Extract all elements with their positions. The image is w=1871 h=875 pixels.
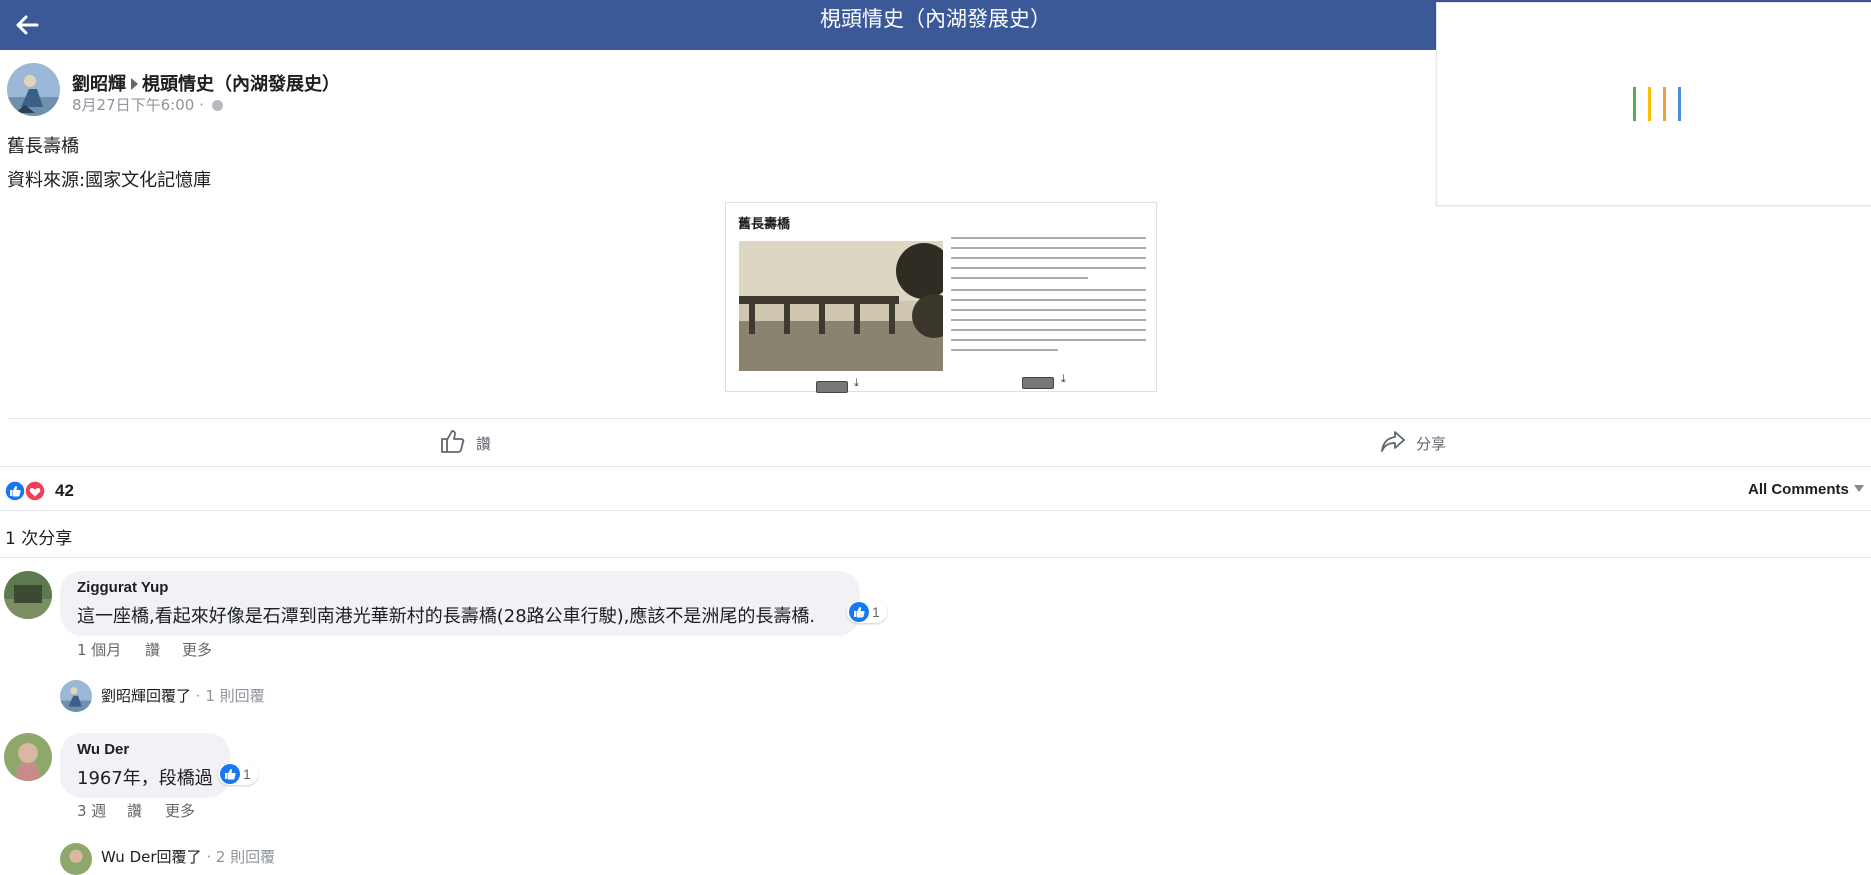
comment-like-link[interactable]: 讚 — [145, 639, 160, 660]
comment-like-count: 1 — [243, 766, 251, 782]
comment-time[interactable]: 1 個月 — [77, 639, 121, 660]
all-comments-label: All Comments — [1748, 481, 1849, 498]
reaction-icons[interactable] — [4, 480, 46, 502]
divider — [0, 557, 1871, 558]
author-avatar[interactable] — [7, 63, 60, 116]
comment-time[interactable]: 3 週 — [77, 800, 106, 821]
reaction-count[interactable]: 42 — [55, 481, 74, 501]
comment-actions: 1 個月 讚 更多 — [77, 639, 377, 659]
post-text-line: 資料來源:國家文化記憶庫 — [7, 170, 212, 191]
image-title: 舊長壽橋 — [738, 217, 791, 232]
reply-avatar[interactable] — [60, 843, 92, 875]
share-label: 分享 — [1416, 435, 1447, 453]
post-group[interactable]: 梘頭情史（內湖發展史） — [142, 74, 340, 95]
all-comments-dropdown[interactable]: All Comments — [1748, 481, 1864, 498]
comment-actions: 3 週 讚 更多 — [77, 800, 377, 820]
view-replies-link[interactable]: Wu Der回覆了 · 2 則回覆 — [101, 846, 275, 867]
share-button[interactable]: 分享 — [1380, 428, 1460, 458]
reply-author: Wu Der — [101, 848, 157, 866]
comment-text: 這一座橋,看起來好像是石潭到南港光華新村的長壽橋(28路公車行駛),應該不是洲尾… — [77, 606, 816, 627]
commenter-avatar[interactable] — [4, 571, 52, 619]
share-arrow-icon — [1381, 431, 1405, 452]
post-author-line: 劉昭輝 梘頭情史（內湖發展史） — [72, 70, 340, 96]
comment-author[interactable]: Ziggurat Yup — [77, 579, 168, 596]
comment-text: 1967年，段橋過 — [77, 768, 213, 789]
like-reaction-icon — [220, 764, 240, 784]
comment-like-count: 1 — [872, 604, 880, 620]
comment-author[interactable]: Wu Der — [77, 741, 129, 758]
reply-count: · 1 則回覆 — [191, 687, 265, 705]
reply-label: 回覆了 — [146, 687, 192, 705]
chevron-down-icon — [1853, 485, 1864, 492]
view-replies-link[interactable]: 劉昭輝回覆了 · 1 則回覆 — [101, 685, 265, 706]
reply-count: · 2 則回覆 — [201, 848, 276, 866]
comment-more-link[interactable]: 更多 — [165, 800, 195, 821]
image-caption-text — [951, 237, 1146, 359]
reply-avatar[interactable] — [60, 680, 92, 712]
like-button[interactable]: 讚 — [440, 428, 500, 458]
like-label: 讚 — [476, 435, 492, 453]
loading-spinner-icon — [1633, 87, 1681, 121]
cc-license-icon — [1022, 377, 1054, 389]
commenter-avatar[interactable] — [4, 733, 52, 781]
divider — [0, 466, 1871, 467]
reply-author: 劉昭輝 — [101, 687, 147, 705]
thumbs-up-icon — [441, 430, 465, 453]
loading-popup — [1436, 2, 1871, 206]
triangle-right-icon — [131, 78, 138, 90]
download-icon[interactable]: ⤓ — [1061, 373, 1066, 386]
globe-icon — [211, 100, 223, 111]
comment-like-badge[interactable]: 1 — [847, 601, 887, 623]
download-icon[interactable]: ⤓ — [854, 377, 859, 390]
comment-like-link[interactable]: 讚 — [127, 800, 142, 821]
bridge-photo — [739, 241, 943, 371]
post-author[interactable]: 劉昭輝 — [72, 74, 126, 95]
reply-label: 回覆了 — [156, 848, 202, 866]
post-text-line: 舊長壽橋 — [7, 136, 79, 157]
divider — [0, 510, 1871, 511]
post-image[interactable]: 舊長壽橋 ⤓ ⤓ — [725, 202, 1157, 393]
comment-like-badge[interactable]: 1 — [218, 763, 258, 785]
cc-license-icon — [816, 381, 848, 393]
post-timestamp: 8月27日下午6:00 · — [72, 94, 223, 115]
share-count[interactable]: 1 次分享 — [5, 524, 72, 549]
divider — [7, 418, 1871, 419]
post-time[interactable]: 8月27日下午6:00 · — [72, 96, 204, 114]
like-reaction-icon — [849, 602, 869, 622]
comment-more-link[interactable]: 更多 — [182, 639, 212, 660]
